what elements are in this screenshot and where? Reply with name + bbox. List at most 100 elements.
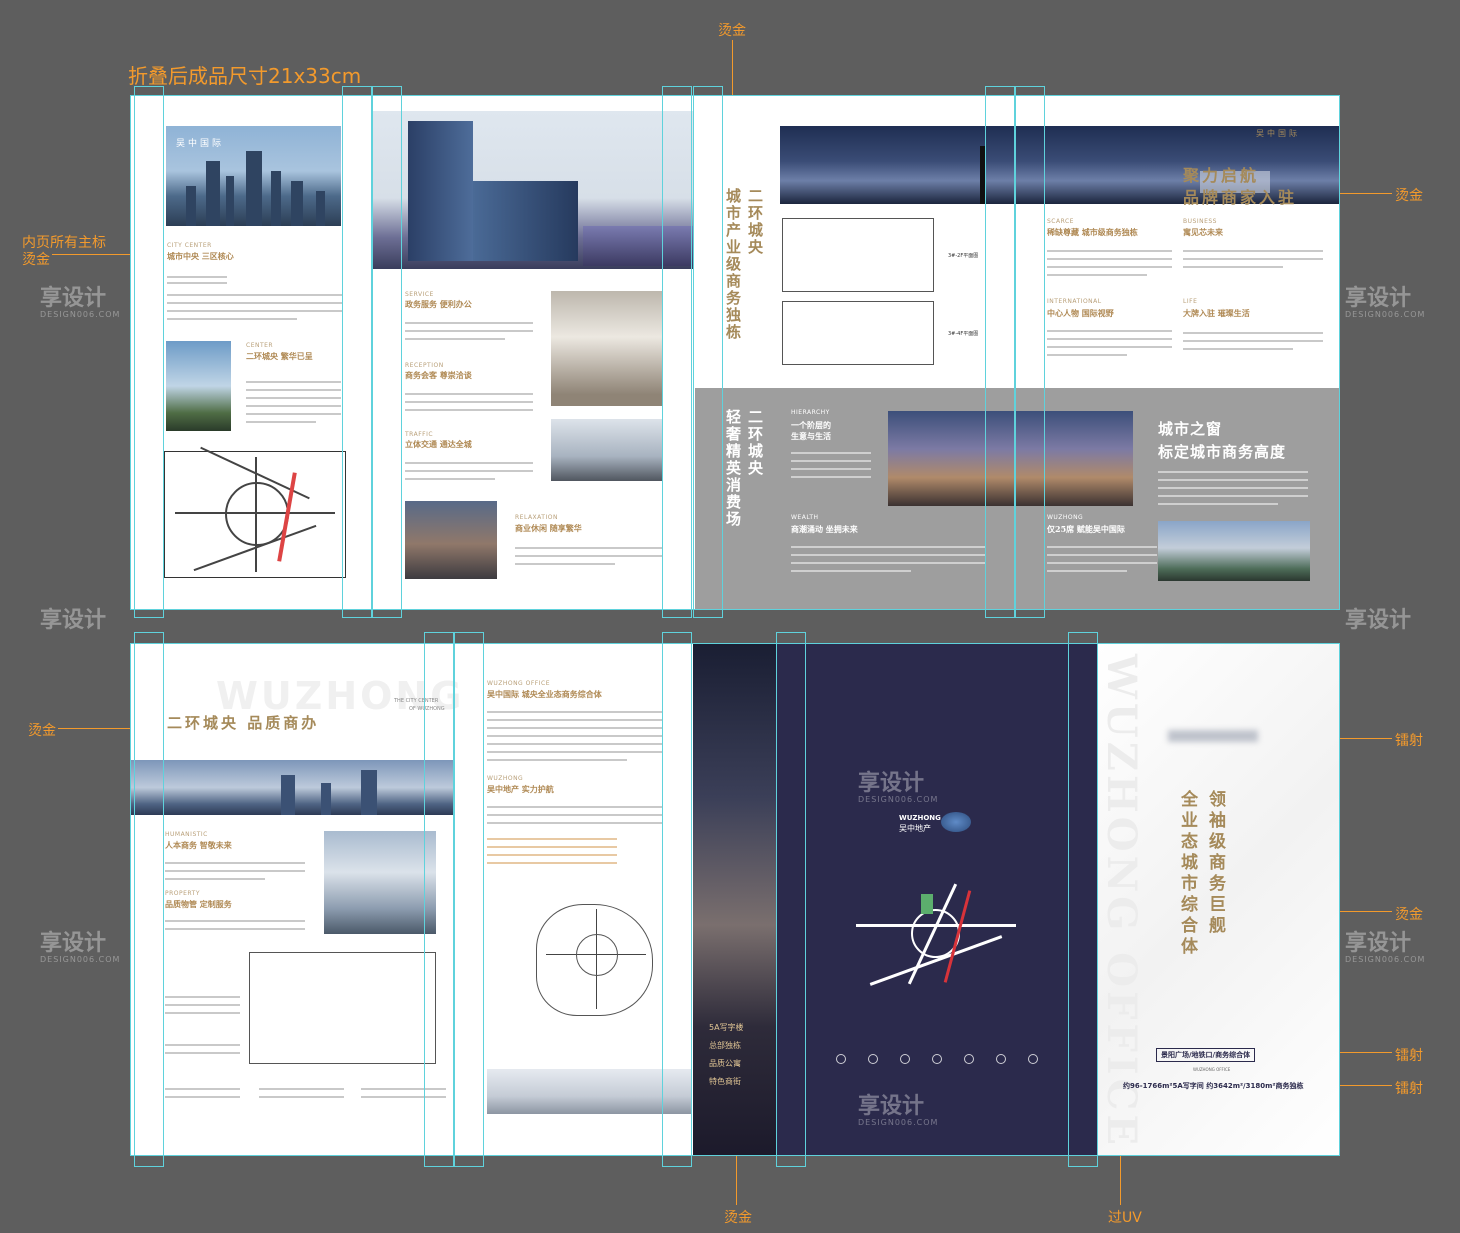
window-subtitle: 标定城市商务高度 [1158, 443, 1287, 461]
plan-label-2f: 3#-2F平面图 [948, 253, 979, 259]
annotation-inner-titles-2: 烫金 [22, 252, 50, 268]
panel2-top: SERVICE 政务服务 便利办公 RECEPTION 商务会客 尊崇洽谈 TR… [373, 96, 695, 609]
city-skyline-photo: 吴中国际 [166, 126, 341, 226]
fold-guide [985, 86, 1015, 618]
fold-guide [134, 632, 164, 1167]
vertical-title-2a: 二环城央 [746, 409, 764, 477]
spec-line: 约96-1766m²5A写字间 约3642m²/3180m²商务独栋 [1123, 1082, 1304, 1090]
floor-plan-4f [782, 301, 934, 365]
office-floor-plan [249, 952, 436, 1064]
annotation-laser-2: 镭射 [1395, 1048, 1423, 1064]
international-en: INTERNATIONAL [1047, 298, 1102, 305]
watermark-en: DESIGN006.COM [1345, 955, 1426, 964]
tower-photo [373, 111, 693, 269]
fold-guide [134, 86, 164, 618]
reception-title: 商务会客 尊崇洽谈 [405, 370, 472, 380]
cover-map [856, 879, 1016, 989]
office-en: WUZHONG OFFICE [487, 680, 550, 687]
fold-guide [776, 632, 806, 1167]
vertical-title-2b: 轻奢精英消费场 [724, 409, 742, 528]
lobby-photo [551, 291, 663, 406]
panel1-top: 吴中国际 CITY CENTER 城市中央 三区核心 CENTER 二环城央 繁… [131, 96, 373, 609]
amenity-icon [868, 1054, 878, 1064]
watermark: 享设计 [858, 771, 925, 796]
watermark-en: DESIGN006.COM [858, 795, 939, 804]
brand-logo-icon [941, 812, 971, 832]
cover-panel: WUZHONG 吴中地产 [776, 644, 1098, 1155]
hierarchy-title-2: 生意与生活 [791, 431, 831, 441]
service-en: SERVICE [405, 291, 434, 298]
watermark-en: DESIGN006.COM [40, 955, 121, 964]
center-en: CENTER [246, 342, 274, 349]
watermark: 享设计 [1345, 608, 1412, 633]
window-title: 城市之窗 [1158, 420, 1223, 438]
wealth-title: 商潮涌动 坐拥未来 [791, 524, 858, 534]
wealth-en: WEALTH [791, 514, 819, 521]
wuzhong-en: WUZHONG [1047, 514, 1084, 521]
fold-guide [1015, 86, 1045, 618]
location-map [164, 446, 346, 578]
location-bar: 景阳广场/地铁口/商务综合体 [1156, 1048, 1256, 1062]
humanistic-en: HUMANISTIC [165, 831, 208, 838]
panel6-top: 吴中国际 聚力启航 品牌商家入驻 BUSINESS 寓见芯未来 LIFE 大牌入… [1158, 96, 1339, 609]
office-tower-photo [324, 831, 436, 934]
hierarchy-title-1: 一个阶层的 [791, 420, 831, 430]
feature-item: 品质公寓 [709, 1059, 741, 1068]
wuzhong-title: 仅25席 赋能吴中国际 [1047, 524, 1125, 534]
size-title: 折叠后成品尺寸21x33cm [128, 64, 362, 88]
dev-en: WUZHONG [487, 775, 524, 782]
watermark: 享设计 [858, 1094, 925, 1119]
hierarchy-en: HIERARCHY [791, 409, 830, 416]
watermark: 享设计 [40, 608, 107, 633]
annotation-hot-gold-top: 烫金 [718, 23, 746, 39]
fold-guide [342, 86, 372, 618]
lake-photo [166, 341, 231, 431]
property-title: 品质物管 定制服务 [165, 899, 232, 909]
logo: 吴中国际 [176, 139, 225, 149]
business-en: BUSINESS [1183, 218, 1217, 225]
amenity-icon [964, 1054, 974, 1064]
amenity-icon [900, 1054, 910, 1064]
amenity-icon [932, 1054, 942, 1064]
relaxation-en: RELAXATION [515, 514, 558, 521]
amenity-icon [996, 1054, 1006, 1064]
annotation-hot-gold-right: 烫金 [1395, 188, 1423, 204]
bg-wordmark-vertical: WUZHONG OFFICE [1098, 654, 1145, 1149]
life-en: LIFE [1183, 298, 1198, 305]
fold-guide [424, 632, 454, 1167]
logo: 吴中国际 [1256, 129, 1300, 138]
center-title: 二环城央 繁华已呈 [246, 351, 313, 361]
scarce-title: 稀缺尊藏 城市级商务独栋 [1047, 227, 1138, 237]
scarce-en: SCARCE [1047, 218, 1074, 225]
panel2-bottom: WUZHONG OFFICE 吴中国际 城央全业态商务综合体 WUZHONG 吴… [456, 644, 693, 1155]
watermark: 享设计 [40, 286, 107, 311]
fold-guide [372, 86, 402, 618]
service-title: 政务服务 便利办公 [405, 299, 472, 309]
business-title: 寓见芯未来 [1183, 227, 1223, 237]
feature-item: 5A写字楼 [709, 1023, 744, 1032]
feature-item: 总部独栋 [709, 1041, 741, 1050]
fold-guide [662, 632, 692, 1167]
night-city-vertical: 5A写字楼 总部独栋 品质公寓 特色商街 [693, 644, 776, 1155]
vertical-title-1a: 二环城央 [746, 188, 764, 256]
property-en: PROPERTY [165, 890, 200, 897]
feature-item: 特色商街 [709, 1077, 741, 1086]
skyline-panorama [131, 760, 453, 815]
headline-1: 聚力启航 [1183, 166, 1260, 185]
floor-plan-2f [782, 218, 934, 292]
watermark-en: DESIGN006.COM [40, 310, 121, 319]
amenity-icon [836, 1054, 846, 1064]
watermark: 享设计 [1345, 286, 1412, 311]
plan-label-4f: 3#-4F平面图 [948, 331, 979, 337]
annotation-uv: 过UV [1108, 1210, 1142, 1226]
annotation-laser-3: 镭射 [1395, 1081, 1423, 1097]
relaxation-title: 商业休闲 随享繁华 [515, 523, 582, 533]
logo-blurred [1168, 730, 1258, 742]
traffic-title: 立体交通 通达全城 [405, 439, 472, 449]
fold-guide [693, 86, 723, 618]
traffic-en: TRAFFIC [405, 431, 434, 438]
street-photo [405, 501, 497, 579]
life-title: 大牌入驻 璀璨生活 [1183, 308, 1250, 318]
fold-guide [662, 86, 692, 618]
headline-2: 品牌商家入驻 [1183, 188, 1298, 207]
